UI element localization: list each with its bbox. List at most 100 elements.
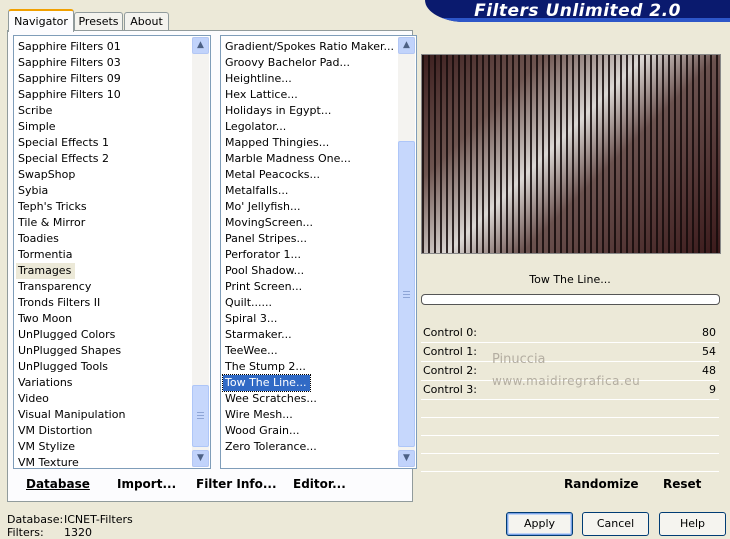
list-item[interactable]: UnPlugged Tools: [16, 359, 190, 375]
control-row-1[interactable]: Control 1: 54: [421, 343, 719, 362]
list-item[interactable]: Zero Tolerance...: [223, 439, 396, 455]
list-item[interactable]: Special Effects 2: [16, 151, 190, 167]
list-item[interactable]: VM Stylize: [16, 439, 190, 455]
list-item[interactable]: MovingScreen...: [223, 215, 396, 231]
filter-scroll-thumb[interactable]: [398, 141, 415, 447]
list-item[interactable]: Groovy Bachelor Pad...: [223, 55, 396, 71]
title-banner: Filters Unlimited 2.0: [425, 0, 730, 22]
list-item[interactable]: Perforator 1...: [223, 247, 396, 263]
reset-button[interactable]: Reset: [663, 477, 701, 491]
status-database-value: ICNET-Filters: [64, 513, 133, 526]
database-label: Database: [26, 477, 90, 491]
list-item[interactable]: Wood Grain...: [223, 423, 396, 439]
control-value[interactable]: 48: [702, 362, 716, 379]
list-item[interactable]: Legolator...: [223, 119, 396, 135]
control-value[interactable]: 80: [702, 324, 716, 341]
list-item[interactable]: The Stump 2...: [223, 359, 396, 375]
apply-button[interactable]: Apply: [506, 512, 573, 536]
watermark-url: www.maidiregrafica.eu: [492, 374, 641, 388]
list-item[interactable]: Sapphire Filters 10: [16, 87, 190, 103]
scroll-down-icon[interactable]: ▼: [192, 450, 209, 467]
list-item[interactable]: VM Texture: [16, 455, 190, 468]
scroll-up-icon[interactable]: ▲: [398, 37, 415, 54]
help-button[interactable]: Help: [659, 512, 726, 536]
list-item[interactable]: Transparency: [16, 279, 190, 295]
preview-stripes: [422, 55, 720, 253]
list-item[interactable]: Tile & Mirror: [16, 215, 190, 231]
filter-list[interactable]: Gradient/Spokes Ratio Maker... Groovy Bac…: [220, 35, 417, 469]
empty-control-row: [421, 418, 719, 436]
list-item[interactable]: Sybia: [16, 183, 190, 199]
list-item[interactable]: Sapphire Filters 03: [16, 55, 190, 71]
control-row-0[interactable]: Control 0: 80: [421, 324, 719, 343]
list-item[interactable]: Heightline...: [223, 71, 396, 87]
list-item[interactable]: Wee Scratches...: [223, 391, 396, 407]
list-item[interactable]: Simple: [16, 119, 190, 135]
progress-bar: [421, 294, 720, 305]
status-database-label: Database:: [7, 513, 64, 526]
filter-info-button[interactable]: Filter Info...: [196, 477, 277, 491]
cancel-button[interactable]: Cancel: [582, 512, 649, 536]
watermark-name: Pinuccia: [492, 352, 546, 367]
list-item[interactable]: Gradient/Spokes Ratio Maker...: [223, 39, 396, 55]
list-item[interactable]: Mo' Jellyfish...: [223, 199, 396, 215]
list-item[interactable]: Special Effects 1: [16, 135, 190, 151]
empty-control-row: [421, 400, 719, 418]
category-list[interactable]: Sapphire Filters 01 Sapphire Filters 03 Sa…: [13, 35, 211, 469]
list-item[interactable]: Scribe: [16, 103, 190, 119]
control-value[interactable]: 54: [702, 343, 716, 360]
scroll-down-icon[interactable]: ▼: [398, 450, 415, 467]
list-item[interactable]: Variations: [16, 375, 190, 391]
list-item[interactable]: Video: [16, 391, 190, 407]
list-item[interactable]: Visual Manipulation: [16, 407, 190, 423]
list-item[interactable]: Metalfalls...: [223, 183, 396, 199]
tab-about[interactable]: About: [124, 12, 169, 30]
scroll-up-icon[interactable]: ▲: [192, 37, 209, 54]
category-scroll-thumb[interactable]: [192, 385, 209, 447]
list-item[interactable]: Tormentia: [16, 247, 190, 263]
list-item[interactable]: Starmaker...: [223, 327, 396, 343]
list-item[interactable]: Metal Peacocks...: [223, 167, 396, 183]
list-item[interactable]: TeeWee...: [223, 343, 396, 359]
control-label: Control 1:: [423, 345, 477, 358]
list-item[interactable]: Teph's Tricks: [16, 199, 190, 215]
status-filters: Filters: 1320: [7, 526, 92, 539]
list-item[interactable]: Hex Lattice...: [223, 87, 396, 103]
list-item[interactable]: Panel Stripes...: [223, 231, 396, 247]
app-title: Filters Unlimited 2.0: [474, 1, 681, 21]
list-item[interactable]: Toadies: [16, 231, 190, 247]
list-item[interactable]: Quilt......: [223, 295, 396, 311]
editor-button[interactable]: Editor...: [293, 477, 346, 491]
list-item[interactable]: Sapphire Filters 01: [16, 39, 190, 55]
list-item[interactable]: Pool Shadow...: [223, 263, 396, 279]
list-item[interactable]: VM Distortion: [16, 423, 190, 439]
list-item[interactable]: Mapped Thingies...: [223, 135, 396, 151]
randomize-button[interactable]: Randomize: [564, 477, 638, 491]
empty-control-row: [421, 436, 719, 454]
list-item[interactable]: SwapShop: [16, 167, 190, 183]
database-button[interactable]: Database: [26, 477, 90, 491]
list-item[interactable]: Two Moon: [16, 311, 190, 327]
category-scrollbar[interactable]: ▲ ▼: [192, 37, 209, 467]
filter-preview: [421, 54, 721, 254]
selected-filter-name: Tow The Line...: [529, 273, 611, 286]
list-item[interactable]: Print Screen...: [223, 279, 396, 295]
control-label: Control 3:: [423, 383, 477, 396]
list-item[interactable]: Marble Madness One...: [223, 151, 396, 167]
list-item[interactable]: Tronds Filters II: [16, 295, 190, 311]
list-item[interactable]: Spiral 3...: [223, 311, 396, 327]
status-database: Database: ICNET-Filters: [7, 513, 133, 526]
list-item[interactable]: Tow The Line...: [221, 374, 312, 392]
list-item[interactable]: Holidays in Egypt...: [223, 103, 396, 119]
list-item[interactable]: UnPlugged Shapes: [16, 343, 190, 359]
list-item[interactable]: Wire Mesh...: [223, 407, 396, 423]
import-button[interactable]: Import...: [117, 477, 176, 491]
control-label: Control 0:: [423, 326, 477, 339]
tab-navigator[interactable]: Navigator: [8, 9, 74, 32]
control-value[interactable]: 9: [709, 381, 716, 398]
list-item[interactable]: UnPlugged Colors: [16, 327, 190, 343]
filter-scrollbar[interactable]: ▲ ▼: [398, 37, 415, 467]
tab-presets[interactable]: Presets: [74, 12, 123, 30]
list-item[interactable]: Sapphire Filters 09: [16, 71, 190, 87]
list-item[interactable]: Tramages: [16, 263, 76, 279]
